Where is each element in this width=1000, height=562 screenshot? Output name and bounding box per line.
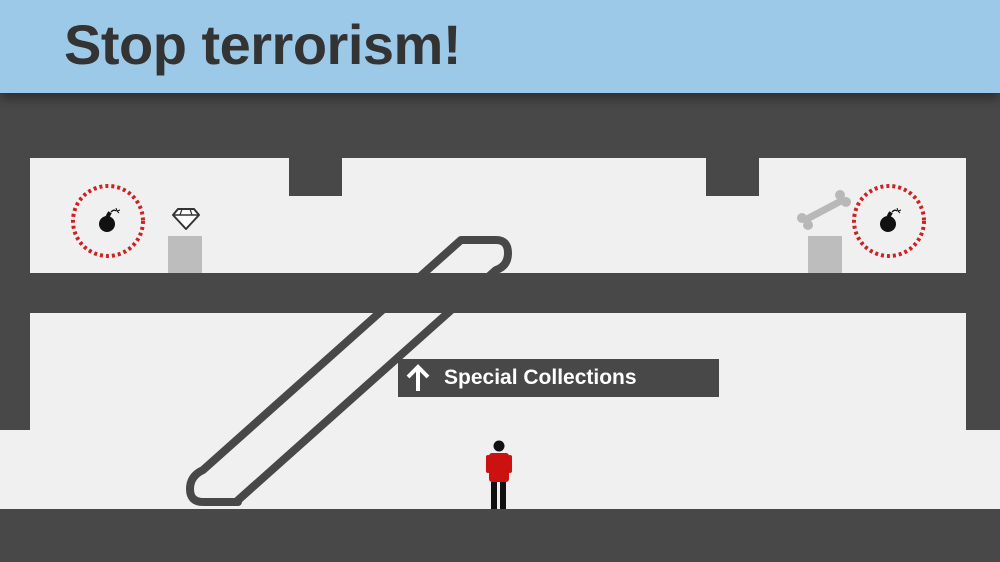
page-title: Stop terrorism! bbox=[64, 13, 462, 76]
player-character[interactable] bbox=[484, 440, 514, 510]
player-legs bbox=[491, 482, 497, 509]
bone-icon[interactable] bbox=[796, 190, 852, 230]
bomb-left[interactable] bbox=[68, 181, 148, 261]
player-head bbox=[493, 440, 505, 452]
pedestal-right bbox=[808, 236, 842, 273]
bomb-right[interactable] bbox=[849, 181, 929, 261]
title-banner: Stop terrorism! bbox=[0, 0, 1000, 93]
arrow-up-icon bbox=[406, 364, 430, 391]
diamond-icon[interactable] bbox=[171, 207, 201, 231]
player-shirt bbox=[489, 453, 509, 482]
special-collections-sign: Special Collections bbox=[398, 359, 719, 397]
pedestal-left bbox=[168, 236, 202, 273]
bomb-icon bbox=[880, 207, 902, 232]
game-stage[interactable]: Stop terrorism! Special Collections bbox=[0, 0, 1000, 562]
sign-label: Special Collections bbox=[444, 366, 637, 389]
bomb-icon bbox=[99, 207, 121, 232]
